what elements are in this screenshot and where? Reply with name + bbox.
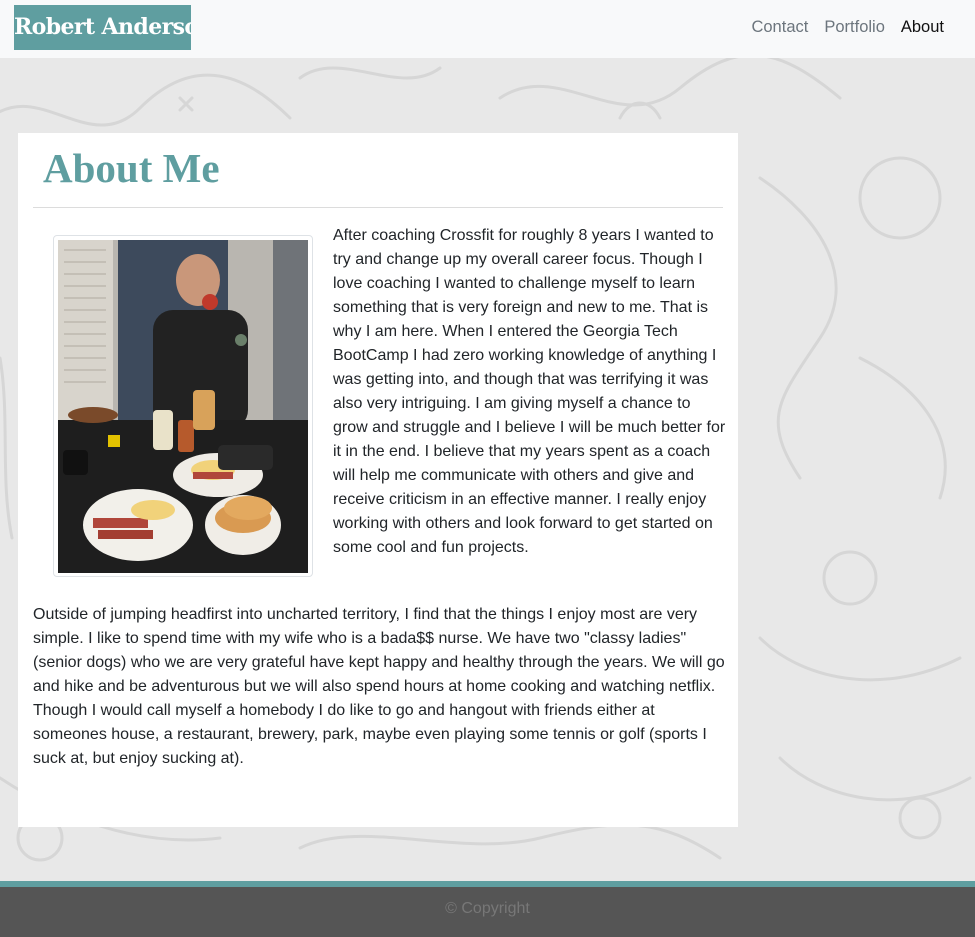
title-divider	[33, 207, 723, 208]
brand-logo-link[interactable]: Robert Anderson	[14, 5, 191, 50]
nav-link-about[interactable]: About	[893, 17, 952, 37]
about-card: About Me After coaching Crossfit for rou…	[18, 133, 738, 827]
nav-links: Contact Portfolio About	[743, 17, 952, 37]
about-paragraph-personal: Outside of jumping headfirst into unchar…	[33, 606, 725, 767]
nav-link-portfolio[interactable]: Portfolio	[816, 17, 893, 37]
top-navbar: Robert Anderson Contact Portfolio About	[0, 0, 975, 58]
profile-photo	[53, 235, 313, 577]
page-title: About Me	[43, 145, 220, 191]
nav-link-contact[interactable]: Contact	[743, 17, 816, 37]
profile-photo-image	[58, 240, 308, 573]
about-paragraph-career: After coaching Crossfit for roughly 8 ye…	[333, 227, 726, 556]
copyright-text: © Copyright	[445, 900, 530, 917]
page-footer: © Copyright	[0, 881, 975, 937]
